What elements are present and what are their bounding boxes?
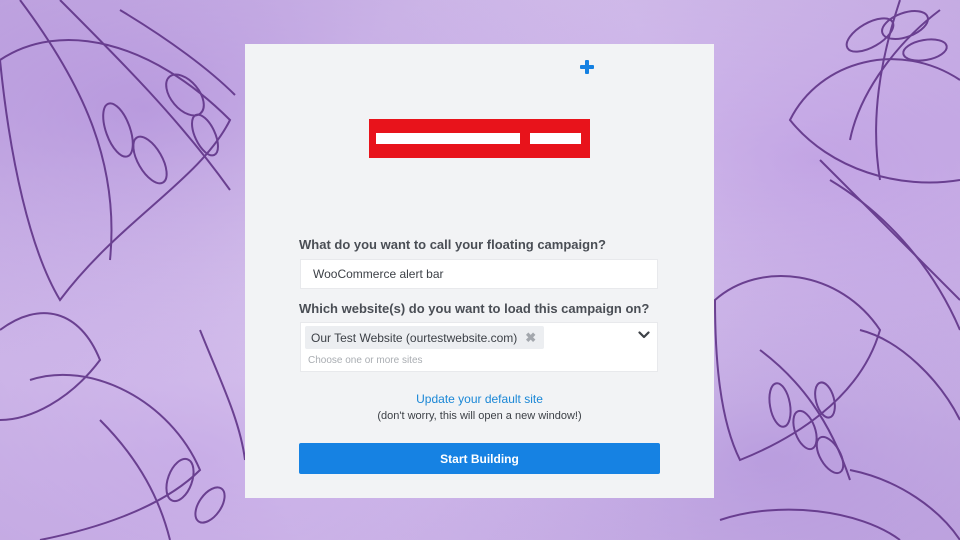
chevron-down-icon[interactable] (638, 330, 650, 340)
campaign-name-label: What do you want to call your floating c… (299, 237, 606, 252)
start-building-button[interactable]: Start Building (299, 443, 660, 474)
selected-site-label: Our Test Website (ourtestwebsite.com) (311, 330, 518, 345)
update-default-site-link[interactable]: Update your default site (245, 392, 714, 406)
website-select-label: Which website(s) do you want to load thi… (299, 301, 650, 316)
campaign-name-input[interactable] (300, 259, 658, 289)
close-icon[interactable]: ✖ (525, 331, 536, 344)
logo-bar (376, 133, 520, 144)
site-select-placeholder: Choose one or more sites (308, 355, 423, 366)
new-window-note: (don't worry, this will open a new windo… (377, 410, 582, 422)
brand-logo (369, 119, 590, 158)
campaign-setup-card: What do you want to call your floating c… (245, 44, 714, 498)
plus-icon[interactable] (579, 59, 595, 75)
selected-site-tag: Our Test Website (ourtestwebsite.com) ✖ (305, 326, 545, 349)
website-select[interactable]: Our Test Website (ourtestwebsite.com) ✖ … (300, 322, 658, 372)
logo-bar (530, 133, 581, 144)
